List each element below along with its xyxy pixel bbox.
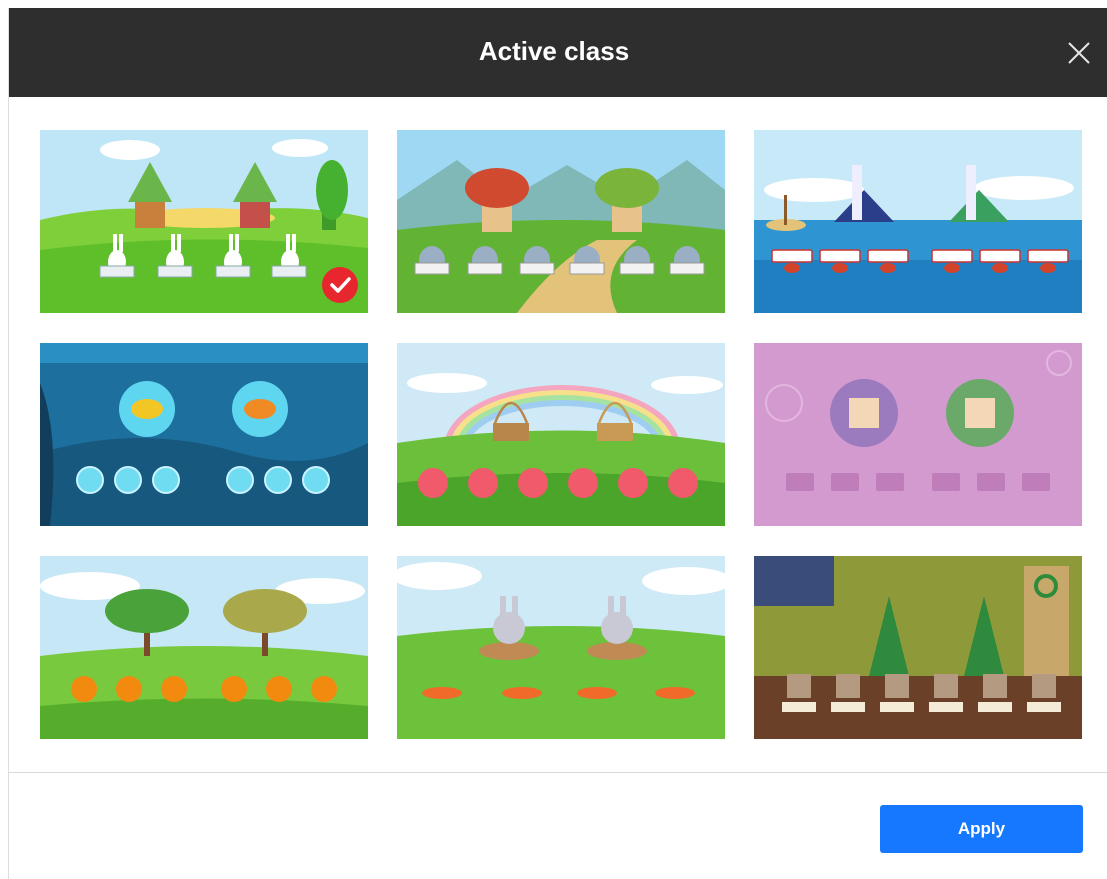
- theme-tile-christmas[interactable]: [754, 556, 1082, 739]
- theme-tile-crabs[interactable]: [754, 130, 1082, 313]
- theme-tile-elephants[interactable]: [397, 130, 725, 313]
- close-icon[interactable]: [1064, 38, 1094, 68]
- theme-grid: [9, 97, 1107, 772]
- theme-tile-peaches[interactable]: [397, 343, 725, 526]
- theme-tile-fish[interactable]: [40, 343, 368, 526]
- theme-tile-oranges[interactable]: [40, 556, 368, 739]
- theme-tile-rabbits[interactable]: [40, 130, 368, 313]
- apply-button[interactable]: Apply: [880, 805, 1083, 853]
- footer-divider: [9, 772, 1107, 773]
- active-class-dialog: Active class Apply: [8, 8, 1107, 879]
- theme-tile-scientists[interactable]: [754, 343, 1082, 526]
- dialog-title: Active class: [478, 36, 630, 66]
- theme-tile-bunnies[interactable]: [397, 556, 725, 739]
- selected-check-icon: [322, 267, 358, 303]
- dialog-header: Active class: [9, 8, 1107, 97]
